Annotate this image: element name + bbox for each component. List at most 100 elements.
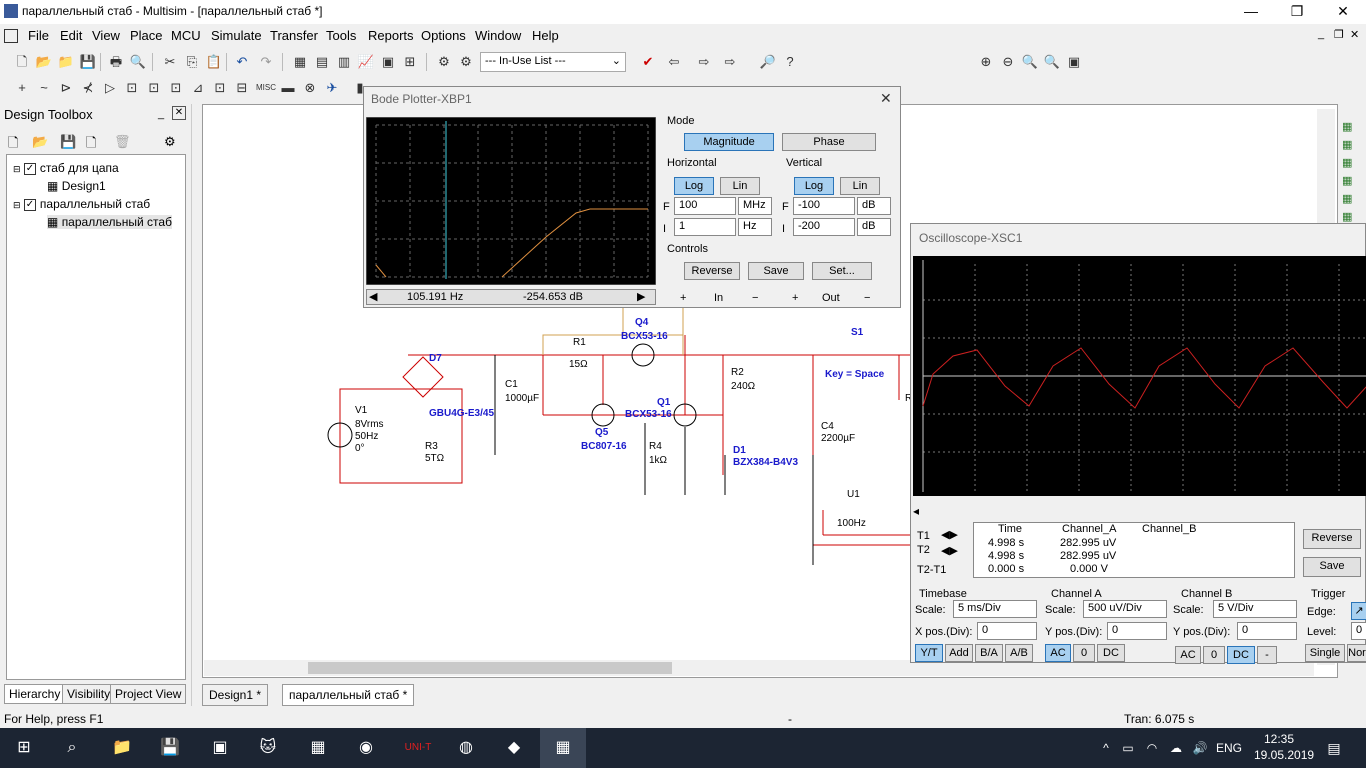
doc-minimize-button[interactable]: _ (1318, 28, 1324, 40)
component-wizard-icon[interactable]: ⚙ (434, 52, 454, 72)
new-design-icon[interactable]: 🗋 (8, 134, 18, 156)
ttl-icon[interactable]: ⊡ (122, 78, 142, 98)
chrome-icon[interactable]: ◉ (354, 736, 378, 760)
analog-icon[interactable]: ▷ (100, 78, 120, 98)
power-icon[interactable]: ⊟ (232, 78, 252, 98)
v-initial-unit[interactable]: dB (857, 218, 891, 236)
peripherals-icon[interactable]: ▬ (278, 78, 298, 98)
out-minus[interactable]: − (864, 292, 870, 304)
t2-arrows[interactable]: ◀▶ (941, 544, 958, 557)
redo-icon[interactable]: ↷ (256, 52, 276, 72)
tab-visibility[interactable]: Visibility (62, 684, 116, 704)
basic-icon[interactable]: ~ (34, 78, 54, 98)
print-icon[interactable]: 🖶 (106, 52, 126, 72)
calculator-icon[interactable]: ▦ (306, 736, 330, 760)
normal-button[interactable]: Nor (1347, 644, 1366, 662)
yt-button[interactable]: Y/T (915, 644, 943, 662)
menu-help[interactable]: Help (532, 28, 559, 43)
cha-scale-input[interactable]: 500 uV/Div (1083, 600, 1167, 618)
cha-ypos-input[interactable]: 0 (1107, 622, 1167, 640)
delete-sheet-icon[interactable]: 🗑 (114, 134, 131, 150)
menu-place[interactable]: Place (130, 28, 163, 43)
grapher-icon[interactable]: 📈 (356, 52, 376, 72)
app-icon-3[interactable]: ◍ (454, 736, 478, 760)
back-annotate-icon[interactable]: ⇦ (664, 52, 684, 72)
save-design-icon[interactable]: 💾 (60, 134, 76, 150)
h-final-unit[interactable]: MHz (738, 197, 772, 215)
cat-app-icon[interactable]: 🐱 (256, 736, 280, 760)
toolbox-close-button[interactable]: ✕ (172, 106, 186, 120)
bode-reverse-button[interactable]: Reverse (684, 262, 740, 280)
bode-set-button[interactable]: Set... (812, 262, 872, 280)
open-sample-icon[interactable]: 📁 (56, 52, 76, 72)
help-icon[interactable]: ? (780, 52, 800, 72)
left-arrow-button[interactable]: ◀ (369, 290, 377, 303)
windows-start-icon[interactable]: ⊞ (12, 736, 36, 760)
search-icon[interactable]: ⌕ (60, 736, 84, 760)
cloud-icon[interactable]: ☁ (1164, 736, 1188, 760)
v-lin-button[interactable]: Lin (840, 177, 880, 195)
transistor-icon[interactable]: ⊀ (78, 78, 98, 98)
erc-icon[interactable]: ✔ (638, 52, 658, 72)
full-screen-icon[interactable]: ▣ (1064, 52, 1084, 72)
tray-chevron-icon[interactable]: ^ (1094, 736, 1118, 760)
menu-tools[interactable]: Tools (326, 28, 356, 43)
out-plus[interactable]: + (792, 292, 798, 304)
timebase-scale-input[interactable]: 5 ms/Div (953, 600, 1037, 618)
multisim-taskbar-icon[interactable]: ▦ (540, 728, 586, 768)
h-log-button[interactable]: Log (674, 177, 714, 195)
app-icon-2[interactable]: ▣ (208, 736, 232, 760)
forward-annotate-icon[interactable]: ⇨ (694, 52, 714, 72)
electromechanical-icon[interactable]: ✈ (322, 78, 342, 98)
xpos-input[interactable]: 0 (977, 622, 1037, 640)
cmos-icon[interactable]: ⊡ (144, 78, 164, 98)
new-file-icon[interactable]: 🗋 (12, 52, 32, 72)
notifications-icon[interactable]: ▤ (1322, 736, 1346, 760)
postprocessor-icon[interactable]: ▣ (378, 52, 398, 72)
minimize-button[interactable]: — (1228, 0, 1274, 24)
copy-icon[interactable]: ⎘ (182, 52, 202, 72)
menu-options[interactable]: Options (421, 28, 466, 43)
menu-file[interactable]: File (28, 28, 49, 43)
in-plus[interactable]: + (680, 292, 686, 304)
spreadsheet-icon[interactable]: ▤ (312, 52, 332, 72)
volume-icon[interactable]: 🔊 (1188, 736, 1212, 760)
diode-icon[interactable]: ⊳ (56, 78, 76, 98)
menu-simulate[interactable]: Simulate (211, 28, 262, 43)
indicator-icon[interactable]: ⊡ (210, 78, 230, 98)
instrument-icon[interactable]: ▦ ▦ ▦ ▦ ▦ ▦ (1342, 118, 1362, 226)
bode-save-button[interactable]: Save (748, 262, 804, 280)
menu-edit[interactable]: Edit (60, 28, 82, 43)
zoom-out-icon[interactable]: ⊖ (998, 52, 1018, 72)
ab-button[interactable]: A/B (1005, 644, 1033, 662)
chb-scale-input[interactable]: 5 V/Div (1213, 600, 1297, 618)
battery-icon[interactable]: ▭ (1116, 736, 1140, 760)
tab-parallel-stab[interactable]: параллельный стаб * (282, 684, 415, 706)
chb-zero-button[interactable]: 0 (1203, 646, 1225, 664)
edge-rising-button[interactable]: ↗ (1351, 602, 1366, 620)
level-input[interactable]: 0 (1351, 622, 1366, 640)
right-arrow-button[interactable]: ▶ (637, 290, 645, 303)
h-initial-unit[interactable]: Hz (738, 218, 772, 236)
transfer-icon[interactable]: ⇨ (720, 52, 740, 72)
cha-zero-button[interactable]: 0 (1073, 644, 1095, 662)
single-button[interactable]: Single (1305, 644, 1345, 662)
tab-design1[interactable]: Design1 * (202, 684, 269, 706)
doc-restore-button[interactable]: ❐ (1334, 28, 1344, 41)
tree-item-stab-dlya-tsapa[interactable]: ⊟ ✓ стаб для цапа (13, 161, 119, 175)
close-button[interactable]: ✕ (1320, 0, 1366, 24)
wifi-icon[interactable]: ◠ (1140, 736, 1164, 760)
paste-icon[interactable]: 📋 (204, 52, 224, 72)
tree-item-parallel-stab-sheet[interactable]: ▦ параллельный стаб (47, 215, 172, 229)
toolbox-toggle-icon[interactable]: ▦ (290, 52, 310, 72)
tab-project-view[interactable]: Project View (110, 684, 187, 704)
misc-digital-icon[interactable]: ⊡ (166, 78, 186, 98)
undo-icon[interactable]: ↶ (232, 52, 252, 72)
scope-save-button[interactable]: Save (1303, 557, 1361, 577)
tree-item-design1[interactable]: ▦ Design1 (47, 179, 106, 193)
zoom-area-icon[interactable]: 🔍 (1020, 52, 1040, 72)
open-design-icon[interactable]: 📂 (32, 134, 48, 150)
component-icon[interactable]: ⊞ (400, 52, 420, 72)
zoom-in-icon[interactable]: ⊕ (976, 52, 996, 72)
t1-arrows[interactable]: ◀▶ (941, 528, 958, 541)
